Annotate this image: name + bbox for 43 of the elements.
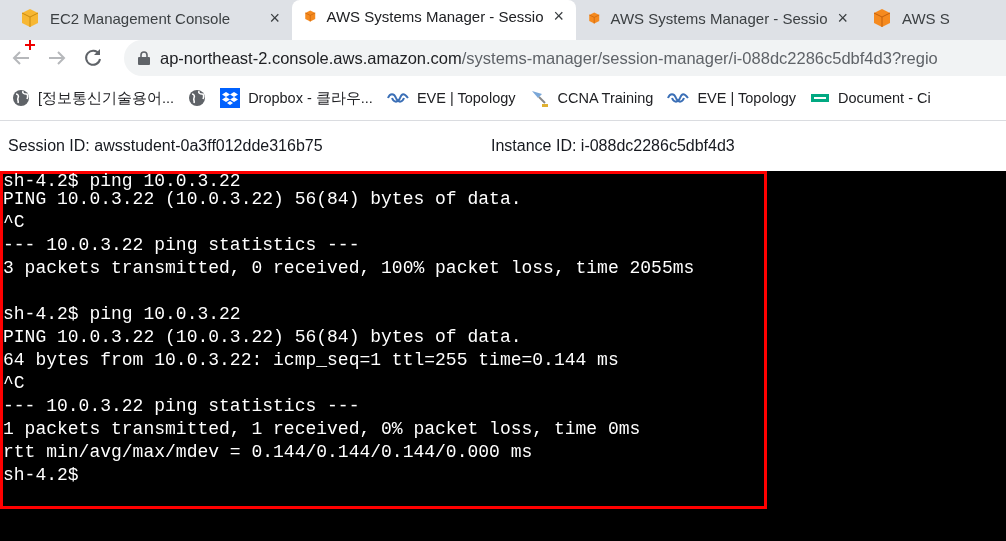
close-tab-button[interactable]: × [553,5,564,27]
lock-icon [138,51,150,65]
browser-tab[interactable]: AWS Systems Manager - Sessio × [576,2,860,34]
bookmark[interactable]: CCNA Training [529,88,654,108]
satellite-icon [529,88,550,108]
bookmark[interactable]: [정보통신기술용어... [12,88,175,108]
link-icon [667,91,690,105]
address-bar[interactable]: ap-northeast-2.console.aws.amazon.com/systems-manager/session-manager/i-088dc2286c5dbf4d3?regio [124,40,1006,76]
bookmark[interactable]: EVE | Topology [386,90,516,106]
terminal-line: --- 10.0.3.22 ping statistics --- [3,234,361,257]
terminal-line: 64 bytes from 10.0.3.22: icmp_seq=1 ttl=255 time=0.144 ms [3,349,620,372]
document-icon [810,93,831,103]
globe-icon [188,89,207,107]
terminal-line: rtt min/avg/max/mdev = 0.144/0.144/0.144/0.000 ms [3,441,534,464]
terminal-line: sh-4.2$ ping 10.0.3.22 [3,174,242,188]
plus-icon [25,40,35,50]
close-tab-button[interactable]: × [269,7,280,29]
session-info: Instance ID: i-088dc2286c5dbf4d3 [491,137,735,155]
bookmark[interactable]: EVE | Topology [667,90,797,106]
terminal-line: 3 packets transmitted, 0 received, 100% packet loss, time 2055ms [3,257,696,280]
terminal-line: ^C [3,372,26,395]
browser-tab[interactable]: EC2 Management Console × [8,2,292,34]
browser-tab[interactable]: AWS Systems Manager - Sessio × [292,0,576,40]
bookmark[interactable]: Dropbox - 클라우... [220,88,373,108]
url-text: ap-northeast-2.console.aws.amazon.com/systems-manager/session-manager/i-088dc2286c5dbf4d3?regio [160,48,938,68]
bookmark-icon-button[interactable] [188,89,207,107]
browser-tab[interactable]: AWS S [860,2,1006,34]
terminal-line: PING 10.0.3.22 (10.0.3.22) 56(84) bytes of data. [3,189,523,211]
session-info: Session ID: awsstudent-0a3ff012dde316b75 [8,137,324,155]
dropbox-icon [220,88,241,108]
terminal-line: --- 10.0.3.22 ping statistics --- [3,395,361,418]
terminal-line: sh-4.2$ ping 10.0.3.22 [3,303,242,326]
close-tab-button[interactable]: × [837,7,848,29]
terminal-line: 1 packets transmitted, 1 received, 0% packet loss, time 0ms [3,418,642,441]
cube-icon [872,8,892,28]
reload-icon[interactable] [82,47,104,69]
link-icon [386,91,409,105]
bookmark[interactable]: Document - Ci [810,90,931,106]
cube-icon [20,8,40,28]
globe-icon [12,89,30,107]
terminal-line: PING 10.0.3.22 (10.0.3.22) 56(84) bytes of data. [3,326,523,349]
terminal-line: sh-4.2$ [3,464,80,487]
terminal-line: ^C [3,211,26,234]
